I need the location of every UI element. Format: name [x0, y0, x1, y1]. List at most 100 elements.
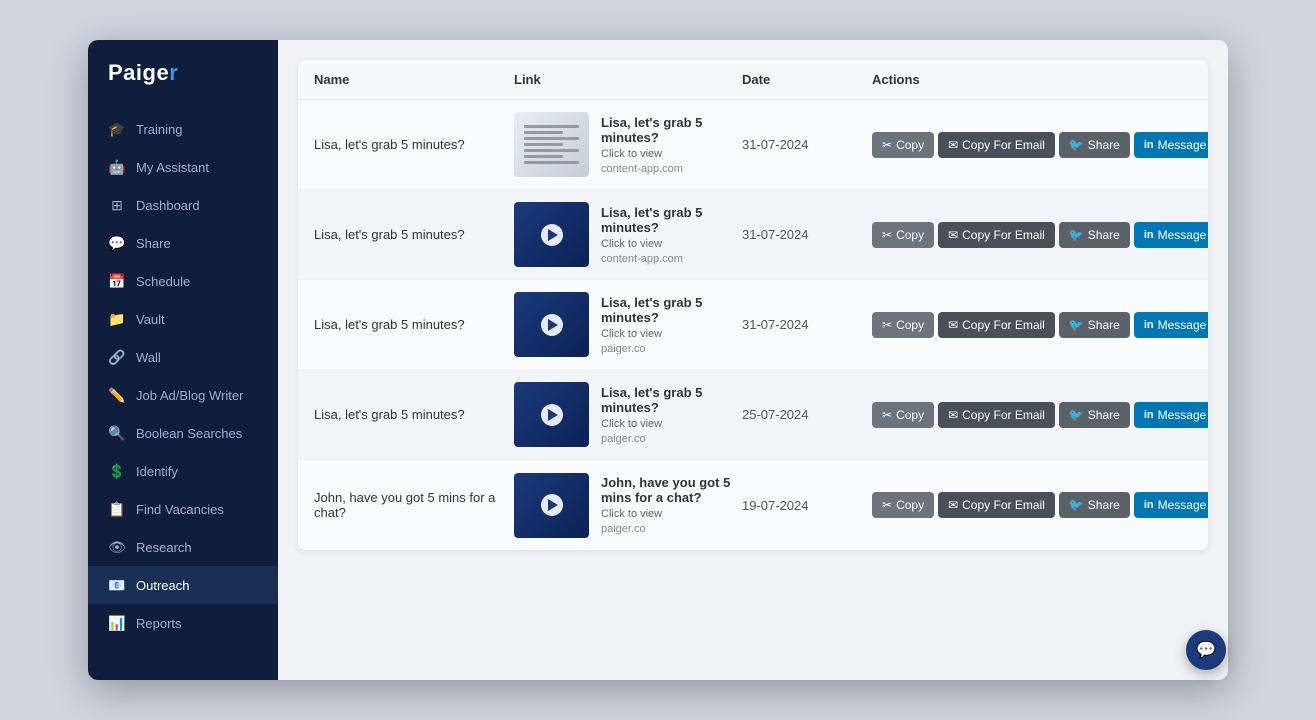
play-triangle-icon [548, 229, 558, 241]
logo-text: Paiger [108, 60, 178, 86]
link-click-label: Click to view [601, 148, 742, 160]
copy-button[interactable]: ✂ Copy [872, 222, 934, 248]
share-button[interactable]: 🐦 Share [1059, 402, 1130, 428]
link-url: content-app.com [601, 163, 742, 175]
play-button[interactable] [541, 404, 563, 426]
play-button[interactable] [541, 224, 563, 246]
copy-button[interactable]: ✂ Copy [872, 492, 934, 518]
cell-name: Lisa, let's grab 5 minutes? [314, 407, 514, 422]
sidebar-item-research[interactable]: 👁 Research [88, 528, 278, 566]
sidebar-item-vault[interactable]: 📁 Vault [88, 300, 278, 338]
sidebar-label-find-vacancies: Find Vacancies [136, 502, 224, 517]
cell-date: 31-07-2024 [742, 227, 872, 242]
message-button[interactable]: in Message [1134, 402, 1208, 428]
link-thumbnail[interactable] [514, 112, 589, 177]
identify-icon: 💲 [108, 462, 126, 480]
link-url: paiger.co [601, 433, 742, 445]
table-row: Lisa, let's grab 5 minutes? Lisa, let's … [298, 190, 1208, 280]
link-click-label: Click to view [601, 328, 742, 340]
cell-actions: ✂ Copy ✉ Copy For Email 🐦 Share in Messa… [872, 132, 1192, 158]
linkedin-icon: in [1144, 139, 1154, 151]
copy-icon: ✂ [882, 318, 892, 332]
sidebar-label-outreach: Outreach [136, 578, 189, 593]
sidebar-item-identify[interactable]: 💲 Identify [88, 452, 278, 490]
link-url: paiger.co [601, 343, 742, 355]
link-click-label: Click to view [601, 418, 742, 430]
sidebar-item-share[interactable]: 💬 Share [88, 224, 278, 262]
sidebar-item-training[interactable]: 🎓 Training [88, 110, 278, 148]
link-info: Lisa, let's grab 5 minutes? Click to vie… [601, 115, 742, 175]
find-vacancies-icon: 📋 [108, 500, 126, 518]
play-button[interactable] [541, 494, 563, 516]
share-icon: 🐦 [1069, 408, 1084, 422]
sidebar-label-identify: Identify [136, 464, 178, 479]
sidebar: Paiger 🎓 Training 🤖 My Assistant ⊞ Dashb… [88, 40, 278, 680]
sidebar-item-job-ad-blog-writer[interactable]: ✏️ Job Ad/Blog Writer [88, 376, 278, 414]
message-button[interactable]: in Message [1134, 492, 1208, 518]
share-button[interactable]: 🐦 Share [1059, 132, 1130, 158]
copy-email-button[interactable]: ✉ Copy For Email [938, 222, 1055, 248]
link-url: content-app.com [601, 253, 742, 265]
sidebar-label-schedule: Schedule [136, 274, 190, 289]
sidebar-item-find-vacancies[interactable]: 📋 Find Vacancies [88, 490, 278, 528]
share-icon: 🐦 [1069, 228, 1084, 242]
sidebar-label-vault: Vault [136, 312, 165, 327]
table-row: Lisa, let's grab 5 minutes? Lisa, let's … [298, 370, 1208, 460]
cell-name: John, have you got 5 mins for a chat? [314, 490, 514, 520]
sidebar-label-job-ad-blog-writer: Job Ad/Blog Writer [136, 388, 243, 403]
main-content: Name Link Date Actions Lisa, let's grab … [278, 40, 1228, 680]
play-button[interactable] [541, 314, 563, 336]
copy-email-button[interactable]: ✉ Copy For Email [938, 132, 1055, 158]
copy-button[interactable]: ✂ Copy [872, 312, 934, 338]
sidebar-nav: 🎓 Training 🤖 My Assistant ⊞ Dashboard 💬 … [88, 110, 278, 680]
job-ad-blog-writer-icon: ✏️ [108, 386, 126, 404]
thumb-video [514, 292, 589, 357]
my-assistant-icon: 🤖 [108, 158, 126, 176]
link-thumbnail[interactable] [514, 382, 589, 447]
message-button[interactable]: in Message [1134, 312, 1208, 338]
sidebar-label-dashboard: Dashboard [136, 198, 200, 213]
linkedin-icon: in [1144, 319, 1154, 331]
message-button[interactable]: in Message [1134, 132, 1208, 158]
sidebar-item-schedule[interactable]: 📅 Schedule [88, 262, 278, 300]
col-link: Link [514, 72, 742, 87]
dashboard-icon: ⊞ [108, 196, 126, 214]
research-icon: 👁 [108, 538, 126, 556]
table-row: John, have you got 5 mins for a chat? Jo… [298, 460, 1208, 550]
copy-email-button[interactable]: ✉ Copy For Email [938, 402, 1055, 428]
share-icon: 🐦 [1069, 138, 1084, 152]
sidebar-item-wall[interactable]: 🔗 Wall [88, 338, 278, 376]
sidebar-item-boolean-searches[interactable]: 🔍 Boolean Searches [88, 414, 278, 452]
share-button[interactable]: 🐦 Share [1059, 312, 1130, 338]
chat-bubble[interactable]: 💬 [1186, 630, 1226, 670]
table-container[interactable]: Name Link Date Actions Lisa, let's grab … [278, 40, 1228, 680]
copy-button[interactable]: ✂ Copy [872, 132, 934, 158]
link-url: paiger.co [601, 523, 742, 535]
sidebar-item-my-assistant[interactable]: 🤖 My Assistant [88, 148, 278, 186]
email-icon: ✉ [948, 138, 958, 152]
cell-link: Lisa, let's grab 5 minutes? Click to vie… [514, 382, 742, 447]
cell-date: 31-07-2024 [742, 317, 872, 332]
cell-name: Lisa, let's grab 5 minutes? [314, 227, 514, 242]
share-button[interactable]: 🐦 Share [1059, 492, 1130, 518]
link-title: Lisa, let's grab 5 minutes? [601, 115, 742, 145]
link-thumbnail[interactable] [514, 292, 589, 357]
copy-email-button[interactable]: ✉ Copy For Email [938, 312, 1055, 338]
sidebar-item-dashboard[interactable]: ⊞ Dashboard [88, 186, 278, 224]
col-name: Name [314, 72, 514, 87]
play-triangle-icon [548, 319, 558, 331]
sidebar-label-boolean-searches: Boolean Searches [136, 426, 242, 441]
logo: Paiger [88, 60, 278, 110]
copy-email-button[interactable]: ✉ Copy For Email [938, 492, 1055, 518]
boolean-searches-icon: 🔍 [108, 424, 126, 442]
share-button[interactable]: 🐦 Share [1059, 222, 1130, 248]
sidebar-item-outreach[interactable]: 📧 Outreach [88, 566, 278, 604]
message-button[interactable]: in Message [1134, 222, 1208, 248]
cell-name: Lisa, let's grab 5 minutes? [314, 137, 514, 152]
link-thumbnail[interactable] [514, 473, 589, 538]
sidebar-item-reports[interactable]: 📊 Reports [88, 604, 278, 642]
link-thumbnail[interactable] [514, 202, 589, 267]
copy-button[interactable]: ✂ Copy [872, 402, 934, 428]
link-title: Lisa, let's grab 5 minutes? [601, 385, 742, 415]
cell-link: Lisa, let's grab 5 minutes? Click to vie… [514, 202, 742, 267]
